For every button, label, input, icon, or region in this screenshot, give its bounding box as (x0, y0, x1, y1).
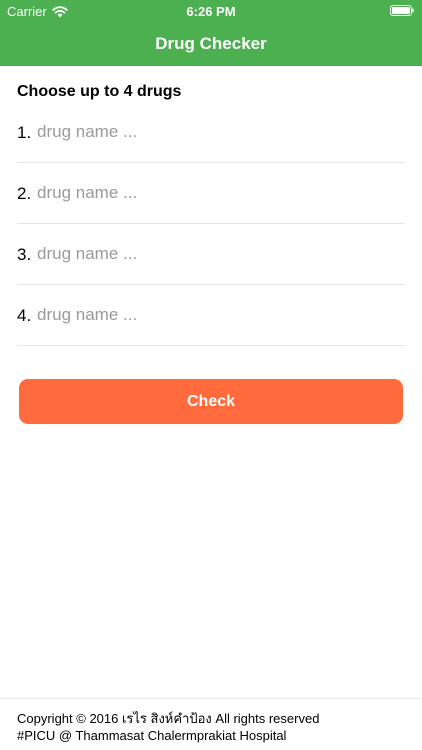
drug-row-2: 2. (17, 164, 405, 224)
drug-number: 2. (17, 184, 32, 203)
drug-name-input-4[interactable] (37, 300, 397, 330)
drug-name-input-2[interactable] (37, 178, 397, 208)
check-button[interactable]: Check (19, 379, 403, 424)
top-bar: Carrier 6:26 PM Drug Checker (0, 0, 422, 66)
nav-title: Drug Checker (155, 34, 267, 53)
organization-text: #PICU @ Thammasat Chalermprakiat Hospita… (17, 728, 287, 743)
drug-name-input-1[interactable] (37, 117, 397, 147)
form-heading: Choose up to 4 drugs (17, 83, 182, 100)
drug-number: 4. (17, 306, 32, 325)
drug-row-1: 1. (17, 103, 405, 163)
drug-row-3: 3. (17, 225, 405, 285)
status-bar: Carrier 6:26 PM (0, 0, 422, 22)
copyright-text: Copyright © 2016 เรไร สิงห์คำป้อง All ri… (17, 711, 320, 726)
app-screen: Carrier 6:26 PM Drug Checker Choose up t… (0, 0, 422, 750)
drug-row-4: 4. (17, 286, 405, 346)
drug-name-input-3[interactable] (37, 239, 397, 269)
battery-icon (390, 5, 414, 16)
drug-number: 1. (17, 123, 32, 142)
status-time: 6:26 PM (186, 4, 236, 19)
footer: Copyright © 2016 เรไร สิงห์คำป้อง All ri… (0, 698, 422, 750)
drug-number: 3. (17, 245, 32, 264)
